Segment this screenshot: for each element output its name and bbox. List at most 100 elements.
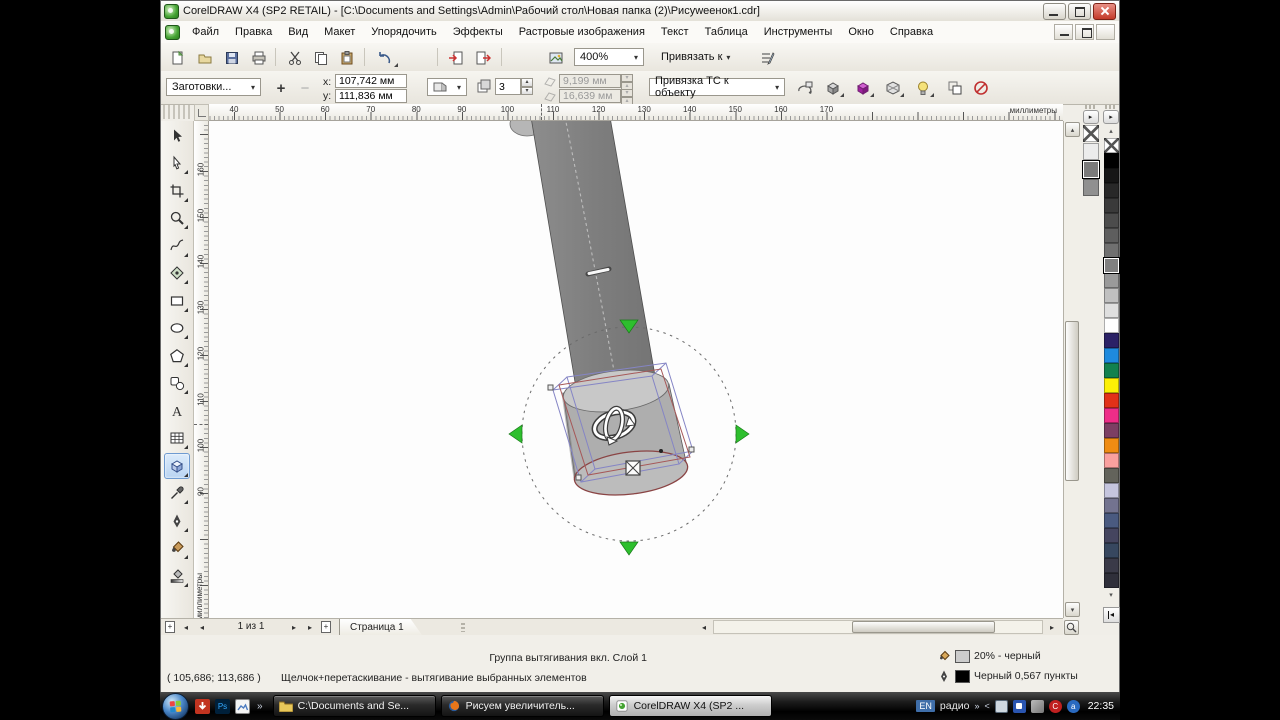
tool-rectangle[interactable]: [164, 288, 190, 314]
menu-item[interactable]: Текст: [653, 23, 697, 41]
color-swatch[interactable]: [1104, 213, 1119, 228]
paste-button[interactable]: [336, 47, 358, 69]
extrude-rotation-button[interactable]: [793, 77, 817, 99]
print-button[interactable]: [248, 47, 270, 69]
object-y-field[interactable]: 111,836 мм: [335, 89, 407, 103]
color-swatch[interactable]: [1083, 179, 1099, 196]
vanishing-point-marker[interactable]: [626, 461, 640, 475]
tool-outline-pen[interactable]: [164, 508, 190, 534]
tool-basic-shapes[interactable]: [164, 370, 190, 396]
palette-grip[interactable]: [1085, 105, 1097, 109]
horizontal-scrollbar[interactable]: [713, 620, 1043, 634]
color-swatch[interactable]: [1104, 513, 1119, 528]
tool-table[interactable]: [164, 425, 190, 451]
color-swatch[interactable]: [1104, 468, 1119, 483]
color-swatch[interactable]: [1104, 273, 1119, 288]
first-page-icon[interactable]: ◂: [179, 620, 193, 634]
depth-spinner[interactable]: ▴ ▾: [521, 78, 533, 95]
extrude-fill-cube-button[interactable]: [851, 77, 875, 99]
color-swatch[interactable]: [1083, 143, 1099, 160]
doc-close-button[interactable]: [1096, 24, 1115, 40]
tool-crop[interactable]: [164, 178, 190, 204]
tool-eyedropper[interactable]: [164, 480, 190, 506]
color-swatch[interactable]: [1104, 498, 1119, 513]
bevel-button[interactable]: [881, 77, 905, 99]
chevron-down-icon[interactable]: ▾: [629, 49, 643, 65]
scrollbar-splitter[interactable]: [461, 623, 465, 632]
color-swatch[interactable]: [1104, 333, 1119, 348]
new-document-button[interactable]: [167, 47, 189, 69]
lighting-bulb-button[interactable]: [911, 77, 935, 99]
color-swatch[interactable]: [1083, 125, 1099, 142]
next-page-icon[interactable]: ▸: [287, 620, 301, 634]
export-button[interactable]: [472, 47, 494, 69]
copy-button[interactable]: [310, 47, 332, 69]
quick-launch-overflow-icon[interactable]: »: [257, 701, 263, 712]
color-swatch[interactable]: [1104, 423, 1119, 438]
document-app-icon[interactable]: [235, 699, 250, 714]
scroll-right-icon[interactable]: ▸: [1045, 620, 1059, 634]
palette-flyout-icon[interactable]: ▸: [1083, 110, 1099, 124]
download-manager-icon[interactable]: [195, 699, 210, 714]
handle[interactable]: [576, 475, 581, 480]
menu-item[interactable]: Справка: [882, 23, 941, 41]
handle[interactable]: [689, 447, 694, 452]
task-button-firefox[interactable]: Рисуем увеличитель...: [441, 695, 604, 717]
tool-polygon[interactable]: [164, 343, 190, 369]
tool-ellipse[interactable]: [164, 315, 190, 341]
color-swatch[interactable]: [1104, 438, 1119, 453]
tool-interactive-extrude[interactable]: [164, 453, 190, 479]
doc-restore-button[interactable]: [1075, 24, 1094, 40]
page-tab[interactable]: Страница 1: [339, 619, 423, 636]
color-swatch[interactable]: [1104, 303, 1119, 318]
menu-item[interactable]: Вид: [280, 23, 316, 41]
color-swatch[interactable]: [1104, 378, 1119, 393]
menu-item[interactable]: Таблица: [697, 23, 756, 41]
palette-scroll-up-icon[interactable]: ▴: [1104, 125, 1119, 137]
vertical-scrollbar[interactable]: ▴ ▾: [1063, 121, 1080, 618]
tray-overflow-icon[interactable]: »: [974, 701, 979, 711]
tool-freehand[interactable]: [164, 233, 190, 259]
updater-tray-icon[interactable]: a: [1067, 700, 1080, 713]
color-swatch[interactable]: [1104, 348, 1119, 363]
color-swatch[interactable]: [1104, 258, 1119, 273]
color-swatch[interactable]: [1104, 528, 1119, 543]
undo-button[interactable]: [371, 47, 399, 69]
menu-item[interactable]: Инструменты: [756, 23, 841, 41]
menu-item[interactable]: Упорядочить: [363, 23, 444, 41]
ruler-origin[interactable]: [194, 104, 209, 121]
add-page-icon[interactable]: +: [165, 621, 175, 633]
tool-pick[interactable]: [164, 123, 190, 149]
save-button[interactable]: [221, 47, 243, 69]
add-page-icon[interactable]: +: [321, 621, 331, 633]
close-button[interactable]: [1093, 3, 1116, 20]
pan-zoom-button[interactable]: [1064, 620, 1079, 635]
color-swatch[interactable]: [1104, 408, 1119, 423]
snap-to-dropdown[interactable]: Привязать к ▾: [661, 48, 730, 66]
antivirus-tray-icon[interactable]: C: [1049, 700, 1062, 713]
add-preset-button[interactable]: +: [269, 77, 293, 99]
palette-flyout-icon[interactable]: ▸: [1103, 110, 1119, 124]
tray-collapse-icon[interactable]: <: [984, 701, 989, 711]
color-swatch[interactable]: [1104, 138, 1119, 153]
import-button[interactable]: [445, 47, 467, 69]
palette-grip[interactable]: [1105, 105, 1117, 109]
color-swatch[interactable]: [1104, 183, 1119, 198]
tool-interactive-fill[interactable]: [164, 563, 190, 589]
drawing-canvas[interactable]: [209, 121, 1063, 618]
tool-fill[interactable]: [164, 535, 190, 561]
color-swatch[interactable]: [1104, 363, 1119, 378]
tool-smart-fill[interactable]: [164, 260, 190, 286]
extrusion-type-combo[interactable]: ▾: [427, 78, 467, 96]
vanishing-point-mode-combo[interactable]: Привязка ТС к объекту ▾: [649, 78, 785, 96]
previous-page-icon[interactable]: ◂: [195, 620, 209, 634]
color-swatch[interactable]: [1104, 243, 1119, 258]
object-x-field[interactable]: 107,742 мм: [335, 74, 407, 88]
handle-dot[interactable]: [659, 449, 663, 453]
menu-item[interactable]: Окно: [840, 23, 882, 41]
photoshop-icon[interactable]: Ps: [215, 699, 230, 714]
menu-item[interactable]: Файл: [184, 23, 227, 41]
snap-options-button[interactable]: [756, 47, 778, 69]
doc-minimize-button[interactable]: [1054, 24, 1073, 40]
color-swatch[interactable]: [1104, 288, 1119, 303]
